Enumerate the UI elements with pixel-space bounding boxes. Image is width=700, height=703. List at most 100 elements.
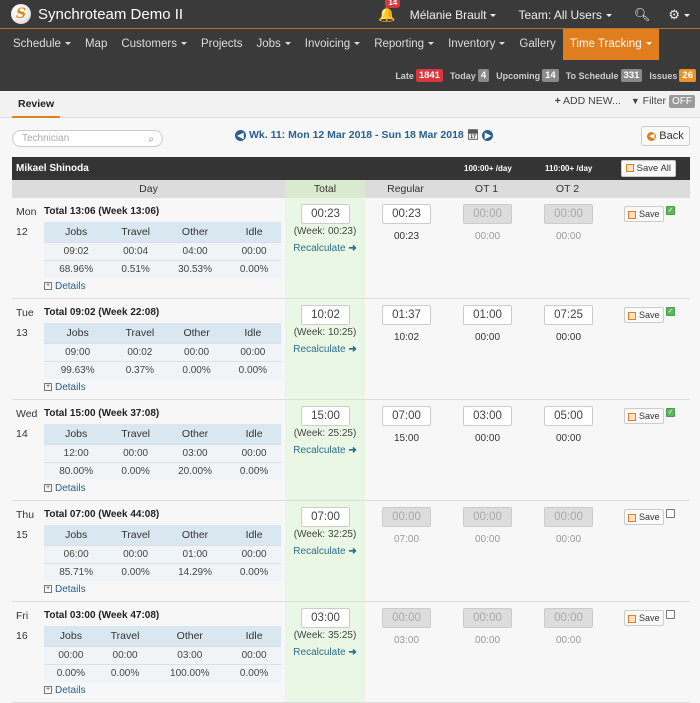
menu-item-schedule[interactable]: Schedule — [6, 29, 78, 60]
filter-toggle[interactable]: ▼ Filter OFF — [631, 95, 695, 108]
breakdown-percent: 68.96% — [44, 259, 109, 278]
add-new-button[interactable]: + ADD NEW... — [555, 95, 621, 107]
notifications-bell-icon[interactable]: 🔔 14 — [378, 0, 401, 23]
breakdown-time: 00:00 — [227, 443, 281, 462]
details-toggle[interactable]: + Details — [44, 685, 86, 696]
menu-item-gallery[interactable]: Gallery — [512, 29, 562, 60]
ot2-input[interactable]: 07:25 — [544, 305, 593, 325]
save-day-button[interactable]: Save — [624, 610, 664, 626]
time-breakdown-table: Jobs Travel Other Idle 12:00 00:00 03:00 00:00 8… — [44, 424, 281, 480]
save-day-button[interactable]: Save — [624, 307, 664, 323]
counter-upcoming[interactable]: Upcoming 14 — [496, 69, 559, 82]
menu-item-reporting[interactable]: Reporting — [367, 29, 441, 60]
ot1-input[interactable]: 00:00 — [463, 507, 512, 527]
expand-plus-icon: + — [44, 484, 52, 493]
arrow-right-icon: ➜ — [348, 546, 357, 557]
menu-item-jobs[interactable]: Jobs — [250, 29, 298, 60]
breakdown-header: Travel — [108, 222, 163, 242]
user-menu[interactable]: Mélanie Brault — [410, 8, 497, 22]
ot1-input[interactable]: 00:00 — [463, 204, 512, 224]
counter-today[interactable]: Today 4 — [449, 69, 490, 82]
regular-input[interactable]: 00:00 — [382, 507, 431, 527]
counter-label: To Schedule — [565, 70, 619, 81]
gear-icon[interactable]: ⚙ — [668, 7, 690, 23]
save-day-button[interactable]: Save — [624, 408, 664, 424]
approve-checkbox[interactable]: ✓ — [666, 408, 675, 417]
time-breakdown-table: Jobs Travel Other Idle 09:02 00:04 04:00 00:00 6… — [44, 222, 281, 278]
total-input[interactable]: 10:02 — [301, 305, 350, 325]
details-label: Details — [55, 584, 86, 595]
recalculate-link[interactable]: Recalculate ➜ — [285, 546, 365, 557]
day-number: 16 — [16, 630, 28, 642]
details-toggle[interactable]: + Details — [44, 281, 86, 292]
day-number: 13 — [16, 327, 28, 339]
menu-item-invoicing[interactable]: Invoicing — [298, 29, 367, 60]
calendar-icon[interactable]: 📅︎ — [467, 130, 480, 141]
details-toggle[interactable]: + Details — [44, 382, 86, 393]
approve-checkbox[interactable]: ✓ — [666, 206, 675, 215]
save-day-button[interactable]: Save — [624, 206, 664, 222]
ot1-input[interactable]: 03:00 — [463, 406, 512, 426]
breakdown-header: Jobs — [44, 525, 109, 545]
ot1-computed: 00:00 — [474, 231, 501, 242]
next-week-icon[interactable]: ▶ — [482, 129, 494, 141]
menu-item-map[interactable]: Map — [78, 29, 114, 60]
breakdown-percent: 99.63% — [44, 360, 112, 379]
column-headers: Day Total Regular OT 1 OT 2 — [12, 180, 690, 198]
back-button[interactable]: ◀ Back — [641, 126, 690, 146]
technician-search-input[interactable]: Technician ⌕ — [12, 130, 163, 147]
approve-checkbox[interactable] — [666, 610, 675, 619]
team-name: Team: All Users — [518, 7, 602, 22]
search-icon[interactable]: 🔍︎ — [634, 7, 651, 23]
regular-computed: 03:00 — [393, 635, 420, 646]
approve-checkbox[interactable]: ✓ — [666, 307, 675, 316]
breakdown-header: Jobs — [44, 323, 112, 343]
menu-item-customers[interactable]: Customers — [114, 29, 194, 60]
team-menu[interactable]: Team: All Users — [518, 7, 612, 22]
column-ot2: OT 2 — [555, 183, 580, 195]
previous-week-icon[interactable]: ◀ — [235, 129, 246, 141]
ot1-input[interactable]: 00:00 — [463, 608, 512, 628]
recalculate-link[interactable]: Recalculate ➜ — [285, 445, 365, 456]
details-toggle[interactable]: + Details — [44, 483, 86, 494]
save-day-button[interactable]: Save — [624, 509, 664, 525]
ot2-input[interactable]: 00:00 — [544, 608, 593, 628]
counter-late[interactable]: Late 1841 — [395, 69, 443, 82]
breakdown-percent: 30.53% — [162, 259, 228, 278]
tab-review[interactable]: Review — [12, 91, 61, 118]
counter-to-schedule[interactable]: To Schedule 331 — [566, 69, 643, 82]
save-all-button[interactable]: Save All — [620, 160, 676, 177]
breakdown-time: 09:00 — [44, 342, 112, 361]
menu-item-label: Invoicing — [304, 38, 351, 50]
breakdown-time: 00:00 — [44, 645, 98, 664]
recalculate-link[interactable]: Recalculate ➜ — [285, 243, 365, 254]
details-toggle[interactable]: + Details — [44, 584, 86, 595]
counter-issues[interactable]: Issues 26 — [649, 69, 696, 82]
counter-badge: 14 — [542, 69, 559, 82]
regular-input[interactable]: 07:00 — [382, 406, 431, 426]
ot1-input[interactable]: 01:00 — [463, 305, 512, 325]
counter-label: Today — [449, 70, 476, 81]
breakdown-header: Jobs — [44, 424, 109, 444]
app-title[interactable]: Synchroteam Demo II — [38, 6, 183, 23]
regular-input[interactable]: 01:37 — [382, 305, 431, 325]
ot2-input[interactable]: 00:00 — [544, 204, 593, 224]
approve-checkbox[interactable] — [666, 509, 675, 518]
menu-item-projects[interactable]: Projects — [194, 29, 250, 60]
total-input[interactable]: 07:00 — [301, 507, 350, 527]
regular-input[interactable]: 00:23 — [382, 204, 431, 224]
recalculate-link[interactable]: Recalculate ➜ — [285, 344, 365, 355]
synchroteam-logo[interactable]: S — [11, 4, 31, 24]
total-input[interactable]: 03:00 — [301, 608, 350, 628]
recalculate-link[interactable]: Recalculate ➜ — [285, 647, 365, 658]
day-total-title: Total 07:00 (Week 44:08) — [44, 509, 160, 520]
ot2-computed: 00:00 — [555, 231, 582, 242]
regular-input[interactable]: 00:00 — [382, 608, 431, 628]
ot2-input[interactable]: 05:00 — [544, 406, 593, 426]
ot2-input[interactable]: 00:00 — [544, 507, 593, 527]
menu-item-inventory[interactable]: Inventory — [441, 29, 512, 60]
total-input[interactable]: 15:00 — [301, 406, 350, 426]
total-input[interactable]: 00:23 — [301, 204, 350, 224]
menu-item-time-tracking[interactable]: Time Tracking — [562, 29, 659, 60]
breakdown-header: Idle — [224, 323, 281, 343]
